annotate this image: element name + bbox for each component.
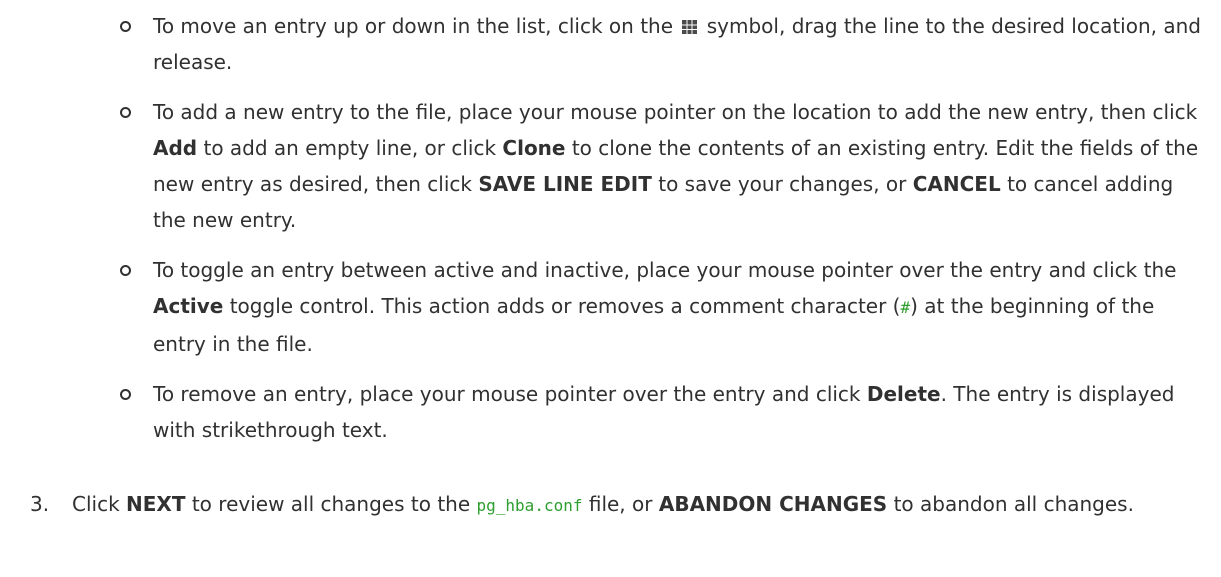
- step-body: Click NEXT to review all changes to the …: [30, 486, 1210, 524]
- text: Click: [72, 492, 120, 516]
- ui-term-add: Add: [153, 136, 198, 160]
- text: To toggle an entry between active and in…: [153, 258, 1177, 282]
- ui-term-delete: Delete: [866, 382, 941, 406]
- list-item-remove-entry: To remove an entry, place your mouse poi…: [113, 376, 1203, 448]
- text: file, or: [588, 492, 653, 516]
- text: to abandon all changes.: [893, 492, 1134, 516]
- step-3: 3. Click NEXT to review all changes to t…: [30, 486, 1210, 524]
- text: To add a new entry to the file, place yo…: [153, 100, 1198, 124]
- ui-term-save-line-edit: SAVE LINE EDIT: [478, 172, 652, 196]
- bullet-icon: [120, 21, 131, 32]
- bullet-icon: [120, 107, 131, 118]
- text: To move an entry up or down in the list,…: [153, 14, 674, 38]
- list-item-toggle-entry: To toggle an entry between active and in…: [113, 252, 1203, 362]
- ui-term-active: Active: [153, 294, 224, 318]
- sub-step-list: To move an entry up or down in the list,…: [113, 8, 1203, 462]
- bullet-icon: [120, 265, 131, 276]
- code-hash: #: [900, 298, 911, 317]
- document-page: To move an entry up or down in the list,…: [0, 0, 1221, 577]
- text: toggle control. This action adds or remo…: [229, 294, 901, 318]
- list-item-move-entry: To move an entry up or down in the list,…: [113, 8, 1203, 80]
- code-filename: pg_hba.conf: [476, 496, 583, 515]
- step-number: 3.: [30, 492, 50, 516]
- text: to add an empty line, or click: [203, 136, 497, 160]
- bullet-icon: [120, 389, 131, 400]
- ui-term-cancel: CANCEL: [912, 172, 1001, 196]
- ui-term-clone: Clone: [502, 136, 566, 160]
- list-item-add-entry: To add a new entry to the file, place yo…: [113, 94, 1203, 238]
- text: To remove an entry, place your mouse poi…: [153, 382, 861, 406]
- text: to review all changes to the: [191, 492, 471, 516]
- ui-term-next: NEXT: [126, 492, 186, 516]
- ui-term-abandon-changes: ABANDON CHANGES: [658, 492, 888, 516]
- text: to save your changes, or: [658, 172, 907, 196]
- grid-drag-icon: [682, 20, 698, 34]
